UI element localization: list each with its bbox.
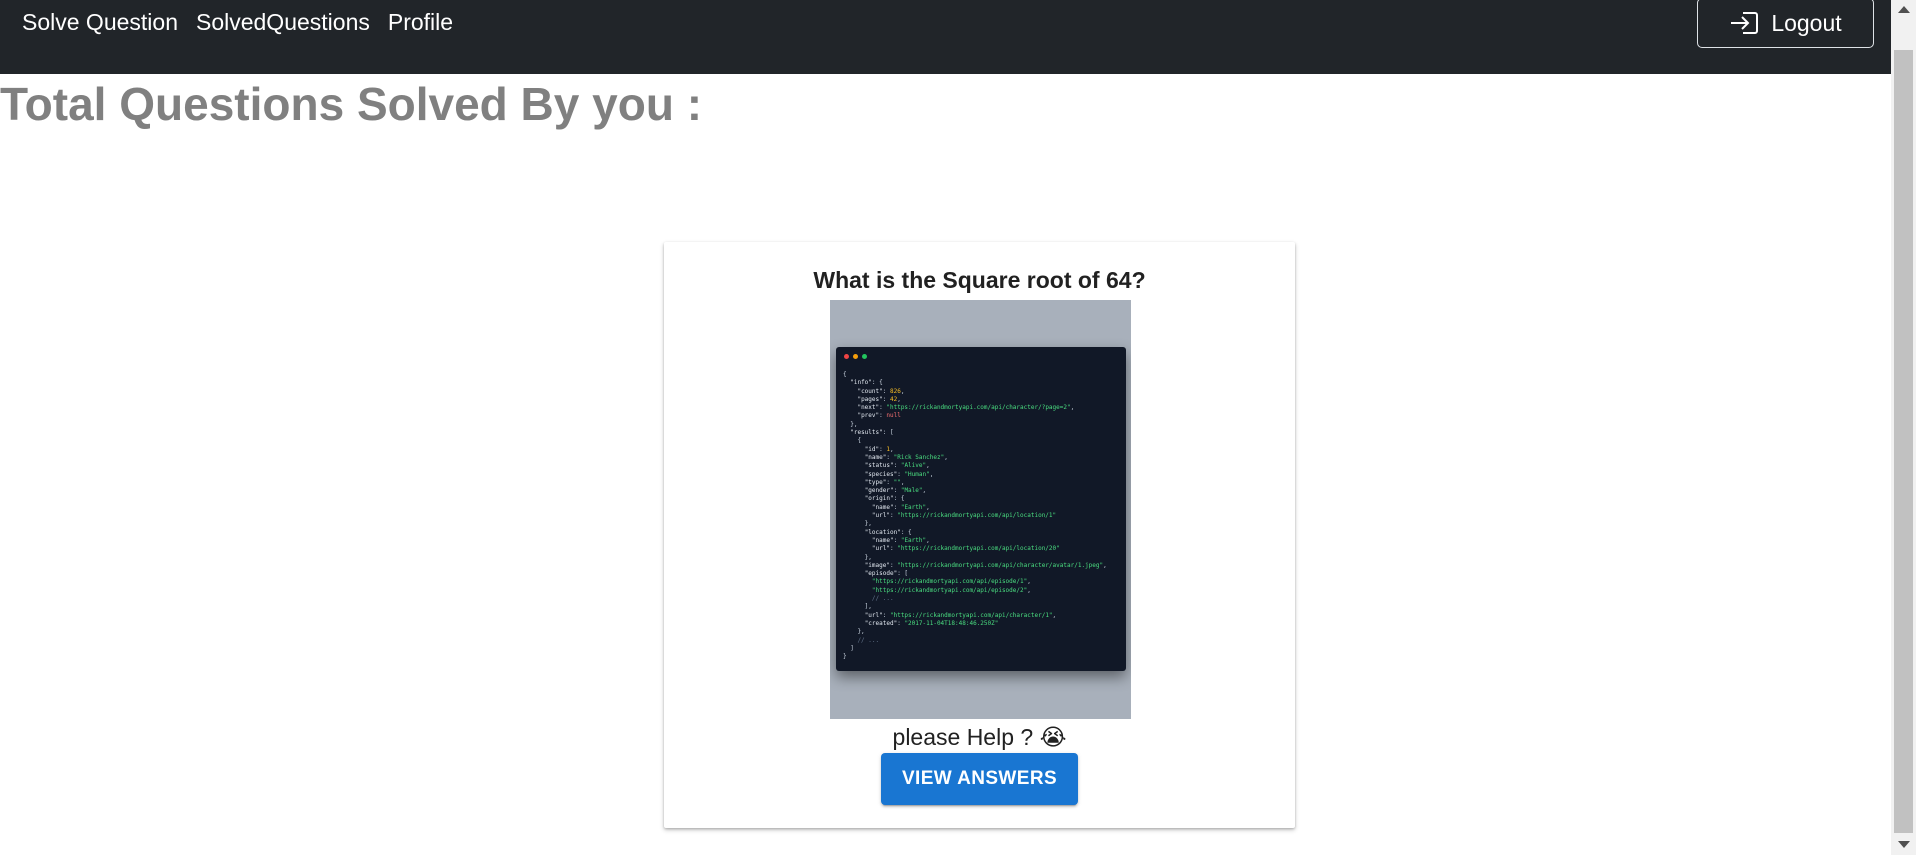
window-dots-icon (844, 354, 867, 359)
scroll-thumb[interactable] (1894, 50, 1913, 833)
code-block: { "info": { "count": 826, "pages": 42, "… (843, 371, 1107, 661)
nav-link-solve-question[interactable]: Solve Question (22, 8, 178, 36)
question-card: What is the Square root of 64? { "info":… (664, 242, 1295, 828)
login-arrow-icon (1729, 10, 1759, 36)
scroll-down-arrow-icon[interactable] (1898, 841, 1910, 848)
nav-link-profile[interactable]: Profile (388, 8, 453, 36)
nav-links: Solve Question SolvedQuestions Profile (22, 8, 453, 36)
view-answers-button[interactable]: VIEW ANSWERS (881, 753, 1078, 805)
page: Solve Question SolvedQuestions Profile L… (0, 0, 1916, 855)
page-title: Total Questions Solved By you : (0, 78, 703, 130)
question-image: { "info": { "count": 826, "pages": 42, "… (830, 300, 1131, 719)
scroll-up-arrow-icon[interactable] (1898, 6, 1910, 13)
question-description: please Help ? 😭 (892, 724, 1067, 750)
top-navbar: Solve Question SolvedQuestions Profile L… (0, 0, 1891, 74)
question-title: What is the Square root of 64? (813, 267, 1146, 293)
nav-link-solved-questions[interactable]: SolvedQuestions (196, 8, 370, 36)
vertical-scrollbar[interactable] (1891, 0, 1916, 855)
code-terminal: { "info": { "count": 826, "pages": 42, "… (836, 347, 1126, 671)
logout-button[interactable]: Logout (1697, 0, 1874, 48)
logout-label: Logout (1771, 9, 1842, 36)
